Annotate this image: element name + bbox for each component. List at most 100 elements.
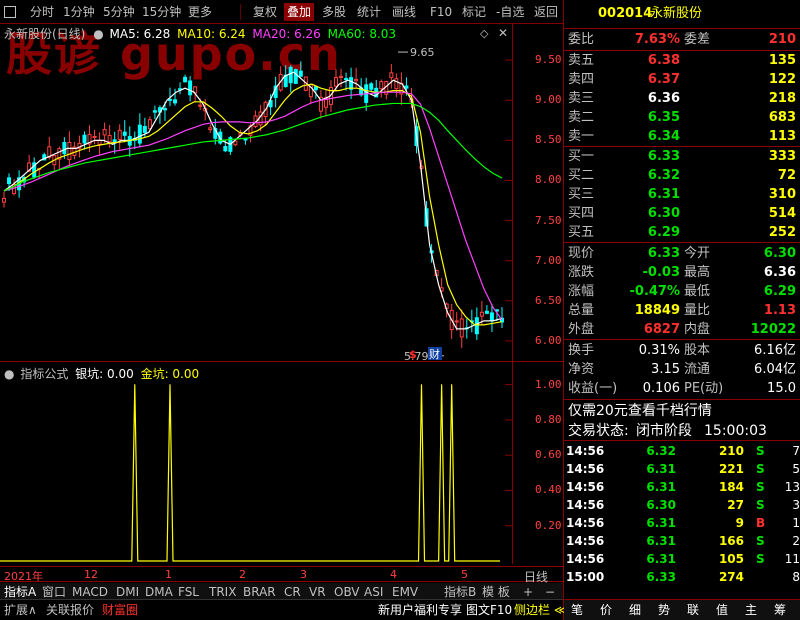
related-quotes-tab[interactable]: 关联报价 xyxy=(46,602,94,618)
candle xyxy=(253,110,258,129)
candle xyxy=(137,113,142,147)
toolbar-item-draw[interactable]: 画线 xyxy=(392,3,416,21)
indicator-tick-label: 0.40 xyxy=(535,483,562,497)
candlestick-chart[interactable]: 9.655.79$ 财 xyxy=(0,24,512,361)
timeline-label: 3 xyxy=(300,568,307,581)
indicator-tab[interactable]: FSL xyxy=(178,584,199,600)
bid-volume: 252 xyxy=(768,225,796,240)
tick-count: 7 xyxy=(792,444,800,458)
indicator-tab[interactable]: DMI xyxy=(116,584,139,600)
promo-row[interactable]: 仅需20元查看千档行情 xyxy=(564,401,800,421)
tick-volume: 166 xyxy=(718,534,744,548)
sidebar-button[interactable]: 侧边栏 ≪ xyxy=(514,602,566,618)
right-tab[interactable]: 值 xyxy=(716,602,728,618)
f10-button[interactable]: 图文F10 xyxy=(466,602,512,618)
stat-row: 总量 18849 量比 1.13 xyxy=(564,301,800,320)
tick-row: 14:56 6.31 184 S 13 xyxy=(564,478,800,496)
right-tab[interactable]: 筹 xyxy=(774,602,786,618)
tick-price: 6.33 xyxy=(646,570,676,584)
toolbar-item-back[interactable]: 返回 xyxy=(534,3,558,21)
tick-time: 14:56 xyxy=(566,498,605,512)
indicator-tab[interactable]: OBV xyxy=(334,584,360,600)
indicator-tab[interactable]: MACD xyxy=(72,584,108,600)
candle xyxy=(188,76,193,102)
indicator-tab-right[interactable]: + xyxy=(523,584,533,600)
right-tab[interactable]: 联 xyxy=(687,602,699,618)
toolbar-menu-icon[interactable] xyxy=(4,6,16,18)
toolbar-item-stats[interactable]: 统计 xyxy=(357,3,381,21)
candle xyxy=(484,305,489,315)
indicator-tab[interactable]: CR xyxy=(284,584,301,600)
fundamental-label: 净资 xyxy=(568,362,595,377)
candle xyxy=(379,79,384,98)
indicator-chart[interactable] xyxy=(0,362,512,566)
bid-volume: 514 xyxy=(768,206,796,221)
candle xyxy=(323,89,328,116)
fundamental-value: 6.16亿 xyxy=(754,343,796,358)
price-tick-label: 9.50 xyxy=(535,53,562,67)
right-tab[interactable]: 主 xyxy=(745,602,757,618)
right-tab[interactable]: 笔 xyxy=(571,602,583,618)
price-tick-label: 8.00 xyxy=(535,173,562,187)
toolbar-item-f10[interactable]: F10 xyxy=(430,3,452,21)
stat-value: 6.30 xyxy=(763,246,796,261)
tick-time: 14:56 xyxy=(566,444,605,458)
ask-label: 卖四 xyxy=(568,72,595,87)
right-tab[interactable]: 细 xyxy=(629,602,641,618)
indicator-tab[interactable]: BRAR xyxy=(243,584,276,600)
tick-direction: B xyxy=(756,516,766,530)
tick-count: 11 xyxy=(784,552,800,566)
candle xyxy=(339,68,344,88)
bid-label: 买四 xyxy=(568,206,595,221)
indicator-tab[interactable]: 指标A xyxy=(4,584,36,600)
fundamental-label: 流通 xyxy=(684,362,711,377)
right-tab[interactable]: 价 xyxy=(600,602,612,618)
indicator-tab[interactable]: TRIX xyxy=(209,584,236,600)
indicator-tab[interactable]: DMA xyxy=(145,584,173,600)
indicator-tabs: 指标A 窗口 MACD DMI DMA FSL TRIX BRAR CR VR OBV ASI EMV 指… xyxy=(0,583,563,600)
stat-label: 现价 xyxy=(568,246,595,261)
wealth-circle-tab[interactable]: 财富圈 xyxy=(102,602,138,618)
quote-panel: 002014 永新股份 委比 7.63% 委差 210 仅需20元查看千档行情 … xyxy=(564,0,800,620)
stat-label: 涨跌 xyxy=(568,265,595,280)
stat-label: 内盘 xyxy=(684,322,711,337)
tick-row: 14:56 6.31 166 S 2 xyxy=(564,532,800,550)
bid-label: 买五 xyxy=(568,225,595,240)
tick-row: 14:56 6.31 9 B 1 xyxy=(564,514,800,532)
indicator-tab-right[interactable]: 指标B xyxy=(444,584,476,600)
tick-time: 14:56 xyxy=(566,552,605,566)
right-tab[interactable]: 势 xyxy=(658,602,670,618)
indicator-tab[interactable]: 窗口 xyxy=(42,584,66,600)
bid-row: 买一 6.33 333 xyxy=(564,147,800,166)
tick-volume: 27 xyxy=(727,498,744,512)
weicha-value: 210 xyxy=(768,32,796,47)
indicator-tab[interactable]: ASI xyxy=(364,584,383,600)
stat-row: 现价 6.33 今开 6.30 xyxy=(564,244,800,263)
weibi-value: 7.63% xyxy=(634,32,680,47)
indicator-tab-right[interactable]: 模 板 xyxy=(482,584,510,600)
ask-price: 6.34 xyxy=(647,129,680,144)
indicator-tab[interactable]: VR xyxy=(309,584,326,600)
toolbar-item-watchlist[interactable]: -自选 xyxy=(496,3,524,21)
bid-label: 买一 xyxy=(568,149,595,164)
bid-price: 6.30 xyxy=(647,206,680,221)
tick-row: 15:00 6.33 274 8 xyxy=(564,568,800,586)
ma-line-ma10 xyxy=(3,83,503,326)
candle xyxy=(178,82,183,95)
stat-value: 1.13 xyxy=(763,303,796,318)
candle xyxy=(97,132,102,155)
tick-volume: 184 xyxy=(718,480,744,494)
stat-row: 涨跌 -0.03 最高 6.36 xyxy=(564,263,800,282)
expand-tab[interactable]: 扩展∧ xyxy=(4,602,37,618)
promo-link[interactable]: 新用户福利专享 xyxy=(378,602,462,618)
indicator-tab[interactable]: EMV xyxy=(392,584,418,600)
bid-volume: 333 xyxy=(768,149,796,164)
candle xyxy=(394,73,399,98)
depth-promo[interactable]: 仅需20元查看千档行情 xyxy=(568,401,712,421)
tick-price: 6.31 xyxy=(646,516,676,530)
toolbar-item-mark[interactable]: 标记 xyxy=(462,3,486,21)
indicator-tab-right[interactable]: − xyxy=(545,584,555,600)
fundamental-value: 3.15 xyxy=(651,362,680,377)
tick-row: 14:56 6.30 27 S 3 xyxy=(564,496,800,514)
weibi-row: 委比 7.63% 委差 210 xyxy=(564,30,800,49)
